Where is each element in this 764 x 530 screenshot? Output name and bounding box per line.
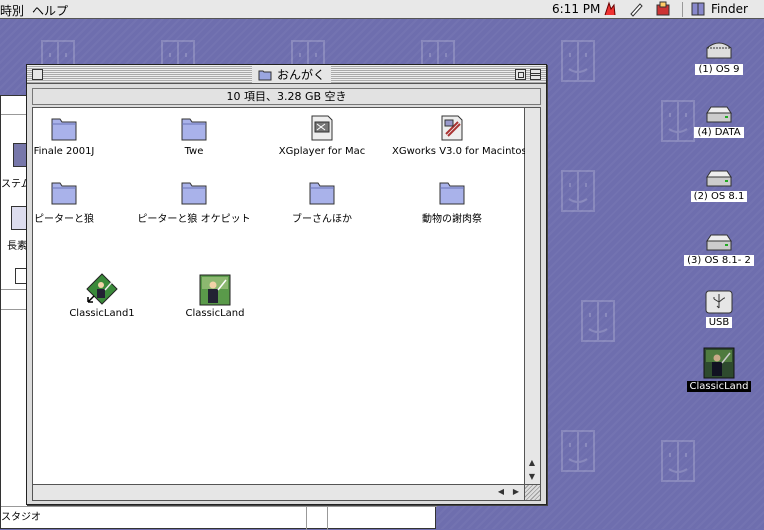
hard-disk-icon	[706, 170, 732, 187]
classicland-icon	[199, 274, 231, 306]
desktop-disk-os9[interactable]: (1) OS 9	[679, 40, 759, 75]
item-finale[interactable]: Finale 2001J	[4, 112, 124, 157]
window-content[interactable]: Finale 2001J Twe XGplayer for Mac XGwork…	[32, 107, 533, 485]
app-icon	[311, 115, 333, 141]
control-strip-icon[interactable]	[602, 1, 618, 20]
folder-icon	[51, 182, 77, 205]
menu-item[interactable]: 時別	[0, 2, 24, 19]
classicland-icon	[703, 347, 735, 379]
scroll-up-arrow[interactable]: ▲	[525, 456, 539, 470]
item-peter-wolf[interactable]: ピーターと狼	[4, 176, 124, 225]
menu-bar: 時別 ヘルプ 6:11 PM Finder	[0, 0, 764, 19]
menu-separator	[682, 2, 683, 17]
bg-divider	[306, 506, 307, 530]
item-carnival-animals[interactable]: 動物の謝肉祭	[392, 176, 512, 225]
menu-help[interactable]: ヘルプ	[32, 2, 68, 19]
folder-icon	[51, 118, 77, 141]
desktop-pattern-face	[561, 430, 595, 472]
menu-clock[interactable]: 6:11 PM	[552, 2, 600, 16]
folder-icon	[181, 182, 207, 205]
folder-icon	[258, 70, 272, 80]
desktop-classicland[interactable]: ClassicLand	[679, 347, 759, 392]
scroll-left-arrow[interactable]: ◀	[494, 485, 508, 499]
desktop-disk-os81-2[interactable]: (3) OS 8.1- 2	[679, 233, 759, 266]
desktop-usb[interactable]: USB	[679, 289, 759, 328]
scroll-right-arrow[interactable]: ▶	[509, 485, 523, 499]
resize-grow-box[interactable]	[525, 485, 541, 501]
bg-label-studio: スタジオ	[1, 512, 41, 523]
window-titlebar[interactable]: おんがく	[27, 65, 546, 84]
folder-icon	[309, 182, 335, 205]
app-menu-icon[interactable]	[655, 1, 671, 20]
info-bar: 10 項目、3.28 GB 空き	[32, 88, 541, 105]
item-xgplayer[interactable]: XGplayer for Mac	[262, 112, 382, 157]
bg-label-2: 長素	[7, 241, 27, 252]
folder-icon	[181, 118, 207, 141]
item-twe[interactable]: Twe	[134, 112, 254, 157]
app-icon	[441, 115, 463, 141]
folder-icon	[439, 182, 465, 205]
item-classicland[interactable]: ClassicLand	[155, 274, 275, 319]
finder-window[interactable]: おんがく 10 項目、3.28 GB 空き Finale 2001J Twe X…	[26, 64, 547, 505]
hard-disk-icon	[706, 234, 732, 251]
finder-icon	[691, 2, 705, 19]
item-peter-wolf-orchestra-pit[interactable]: ピーターと狼 オケピット	[134, 176, 254, 225]
desktop-disk-data[interactable]: (4) DATA	[679, 105, 759, 138]
scroll-down-arrow[interactable]: ▼	[525, 470, 539, 484]
app-menu-finder[interactable]: Finder	[711, 2, 748, 16]
desktop-disk-os81[interactable]: (2) OS 8.1	[679, 169, 759, 202]
window-title: おんがく	[252, 66, 332, 83]
bg-divider-2	[327, 506, 328, 530]
item-classicland1[interactable]: ClassicLand1	[42, 272, 162, 319]
horizontal-scrollbar[interactable]: ◀ ▶	[32, 485, 525, 501]
hard-disk-icon	[706, 106, 732, 123]
classicland-alias-icon	[86, 273, 118, 305]
desktop-pattern-face	[581, 300, 615, 342]
pencil-icon[interactable]	[628, 1, 644, 20]
windowshade-box[interactable]	[530, 69, 541, 80]
zoom-box[interactable]	[515, 69, 526, 80]
usb-icon	[705, 290, 733, 314]
close-box[interactable]	[32, 69, 43, 80]
vertical-scrollbar[interactable]: ▲ ▼	[525, 107, 541, 485]
desktop-pattern-face	[561, 170, 595, 212]
hard-disk-icon	[706, 42, 732, 59]
desktop-pattern-face	[661, 440, 695, 482]
item-pooh[interactable]: ブーさんほか	[262, 176, 382, 225]
desktop-pattern-face	[561, 40, 595, 82]
item-xgworks[interactable]: XGworks V3.0 for Macintosh	[392, 112, 533, 157]
